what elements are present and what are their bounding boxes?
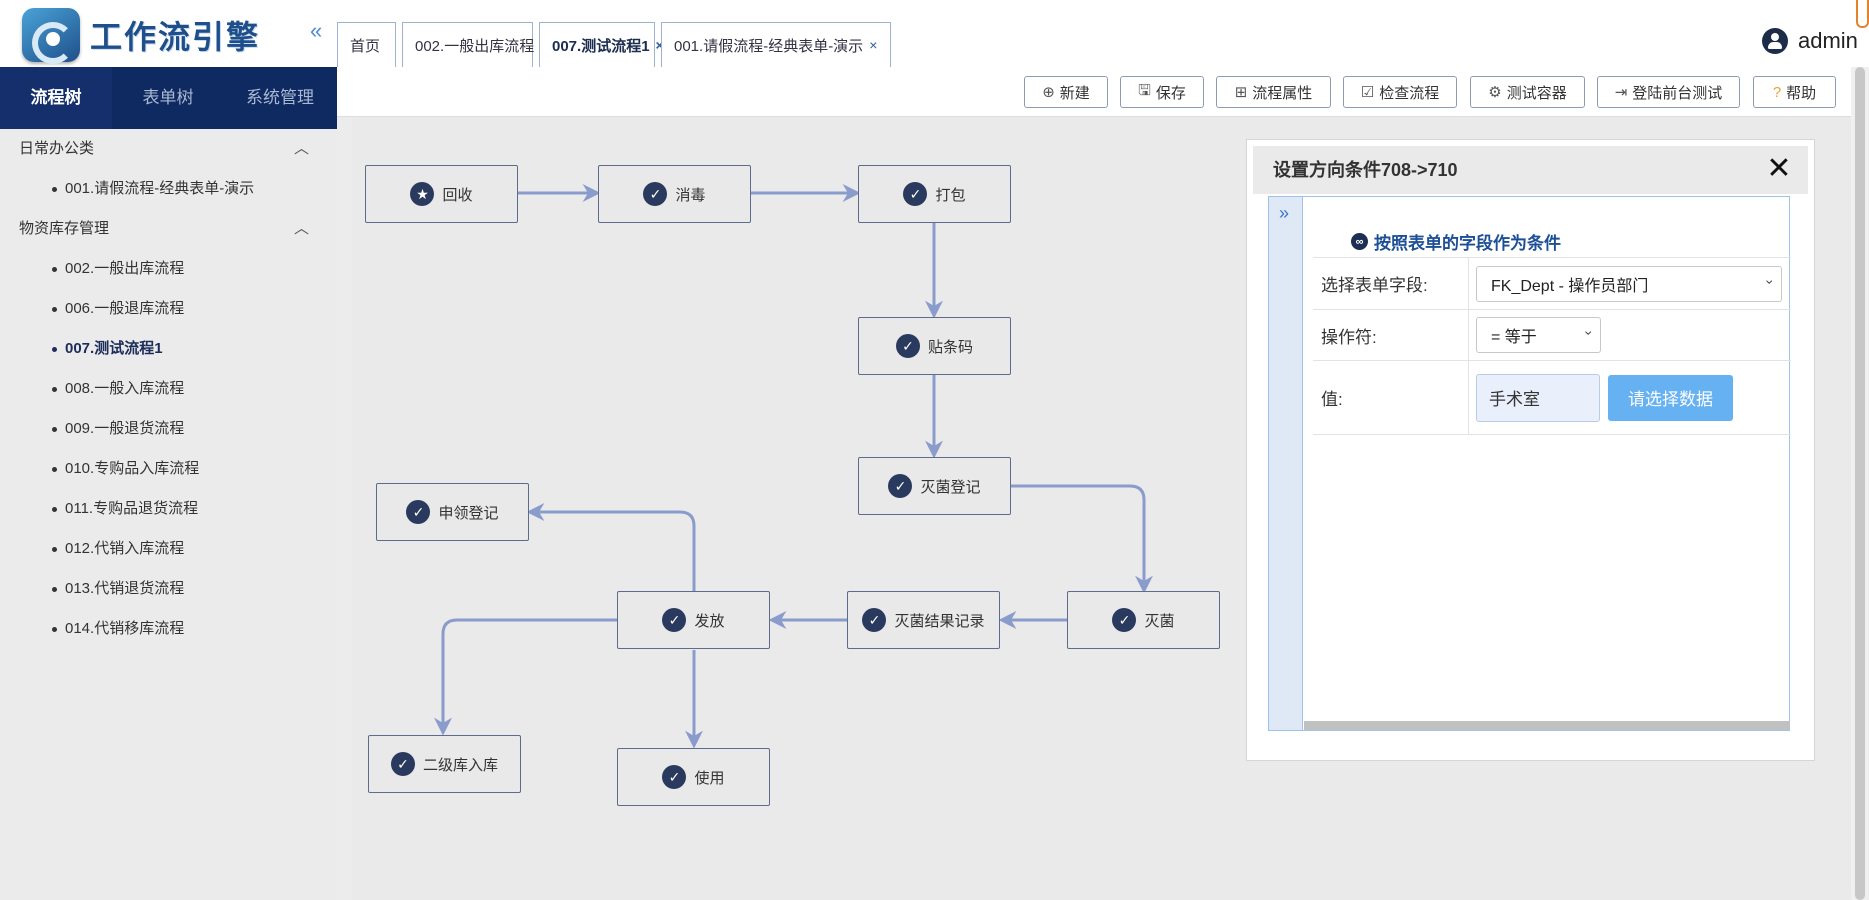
horizontal-scrollbar[interactable] — [1304, 721, 1790, 730]
expand-icon[interactable]: » — [1279, 203, 1289, 224]
node-label: 打包 — [935, 186, 966, 204]
node-label: 使用 — [694, 769, 725, 787]
direction-condition-panel: 设置方向条件708->710 ✕ » ∞ 按照表单的字段作为条件 选择表单字段:… — [1246, 139, 1815, 761]
flow-node-apply-register[interactable]: ✓ 申领登记 — [376, 483, 529, 541]
operator-label: 操作符: — [1313, 310, 1469, 360]
node-label: 发放 — [694, 612, 725, 630]
form-row-value: 值: 手术室 请选择数据 — [1313, 361, 1791, 435]
check-circle-icon: ✓ — [662, 608, 687, 632]
panel-header: 设置方向条件708->710 ✕ — [1253, 146, 1808, 194]
select-value: FK_Dept - 操作员部门 — [1491, 277, 1649, 295]
field-label: 选择表单字段: — [1313, 258, 1469, 309]
node-label: 灭菌 — [1144, 612, 1175, 630]
check-circle-icon: ✓ — [888, 474, 913, 498]
scrollbar-thumb[interactable] — [1855, 67, 1865, 900]
operator-select[interactable]: = 等于 — [1476, 317, 1601, 353]
flow-node-barcode[interactable]: ✓ 贴条码 — [858, 317, 1011, 375]
condition-title: 按照表单的字段作为条件 — [1374, 234, 1561, 253]
node-label: 消毒 — [675, 186, 706, 204]
side-strip: » — [1269, 197, 1303, 730]
condition-form: 选择表单字段: FK_Dept - 操作员部门 操作符: = 等于 — [1313, 257, 1791, 435]
check-circle-icon: ✓ — [662, 765, 687, 789]
flow-node-package[interactable]: ✓ 打包 — [858, 165, 1011, 223]
flow-node-dispatch[interactable]: ✓ 发放 — [617, 591, 770, 649]
connector-n5-n9 — [1010, 484, 1153, 594]
flow-node-use[interactable]: ✓ 使用 — [617, 748, 770, 806]
star-icon: ★ — [410, 182, 435, 206]
check-circle-icon: ✓ — [1112, 608, 1137, 632]
flow-node-sterilize[interactable]: ✓ 灭菌 — [1067, 591, 1220, 649]
flow-node-sterilize-register[interactable]: ✓ 灭菌登记 — [858, 457, 1011, 515]
close-icon[interactable]: ✕ — [1764, 154, 1794, 184]
connector-n7-n6 — [526, 503, 696, 591]
flow-node-sterilize-result[interactable]: ✓ 灭菌结果记录 — [847, 591, 1000, 649]
value-label: 值: — [1313, 361, 1469, 434]
check-circle-icon: ✓ — [862, 608, 887, 632]
node-label: 灭菌结果记录 — [894, 612, 985, 630]
check-circle-icon: ✓ — [406, 500, 431, 524]
node-label: 灭菌登记 — [920, 478, 981, 496]
form-field-select[interactable]: FK_Dept - 操作员部门 — [1476, 265, 1782, 302]
link-icon: ∞ — [1351, 233, 1368, 250]
check-circle-icon: ✓ — [895, 334, 920, 358]
node-label: 申领登记 — [438, 504, 499, 522]
node-label: 贴条码 — [927, 338, 973, 356]
value-input[interactable]: 手术室 — [1476, 373, 1600, 422]
node-label: 二级库入库 — [422, 756, 498, 774]
form-row-operator: 操作符: = 等于 — [1313, 310, 1791, 361]
check-circle-icon: ✓ — [643, 182, 668, 206]
connector-n7-n10 — [434, 618, 617, 736]
panel-title: 设置方向条件708->710 — [1273, 160, 1458, 180]
flow-node-recycle[interactable]: ★ 回收 — [365, 165, 518, 223]
flow-node-secondary-stock-in[interactable]: ✓ 二级库入库 — [368, 735, 521, 793]
form-row-field: 选择表单字段: FK_Dept - 操作员部门 — [1313, 258, 1791, 310]
select-value: = 等于 — [1491, 329, 1537, 346]
select-data-button[interactable]: 请选择数据 — [1608, 374, 1733, 421]
check-circle-icon: ✓ — [390, 752, 415, 776]
condition-heading: ∞ 按照表单的字段作为条件 — [1351, 229, 1561, 254]
node-label: 回收 — [442, 186, 473, 204]
flow-node-disinfect[interactable]: ✓ 消毒 — [598, 165, 751, 223]
vertical-scrollbar[interactable] — [1851, 67, 1869, 900]
check-circle-icon: ✓ — [903, 182, 928, 206]
condition-frame: » ∞ 按照表单的字段作为条件 选择表单字段: FK_Dept - 操作员部门 … — [1268, 196, 1791, 731]
